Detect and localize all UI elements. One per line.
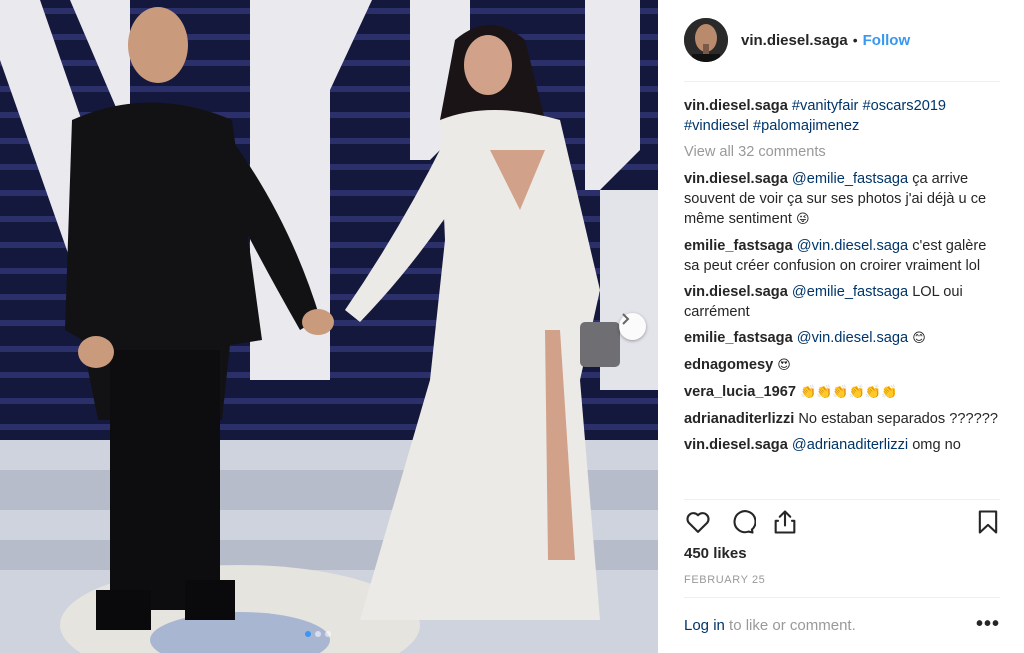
comment-username[interactable]: vin.diesel.saga xyxy=(684,437,788,453)
likes-count[interactable]: 450 likes xyxy=(684,545,747,562)
comment-username[interactable]: adrianaditerlizzi xyxy=(684,411,794,427)
share-icon[interactable] xyxy=(771,508,799,536)
comment-emoji: 😊 xyxy=(912,331,926,346)
header-separator: • xyxy=(852,32,858,48)
comment: vera_lucia_1967 👏👏👏👏👏👏 xyxy=(684,382,1000,403)
comment: adrianaditerlizzi No estaban separados ?… xyxy=(684,409,1000,429)
post-date: FEBRUARY 25 xyxy=(684,574,766,586)
comment-mention[interactable]: @emilie_fastsaga xyxy=(792,171,908,187)
carousel-dot-active xyxy=(305,631,311,637)
login-link[interactable]: Log in xyxy=(684,617,725,634)
carousel-dot xyxy=(325,631,331,637)
comment: vin.diesel.saga @emilie_fastsaga ça arri… xyxy=(684,169,1000,230)
comment-username[interactable]: ednagomesy xyxy=(684,357,773,373)
chevron-right-icon xyxy=(622,313,630,325)
hashtag[interactable]: #vanityfair xyxy=(792,98,859,114)
post-side-panel: vin.diesel.saga • Follow vin.diesel.saga… xyxy=(658,0,1024,653)
next-slide-button[interactable] xyxy=(619,313,646,340)
login-prompt: Log in to like or comment. ••• xyxy=(684,613,1000,635)
actions-divider xyxy=(684,499,1000,500)
comment-username[interactable]: emilie_fastsaga xyxy=(684,238,793,254)
comments-list: vin.diesel.saga #vanityfair #oscars2019 … xyxy=(684,96,1000,461)
avatar[interactable] xyxy=(684,18,728,62)
footer-divider xyxy=(684,597,1000,598)
header-username[interactable]: vin.diesel.saga xyxy=(741,32,848,49)
comment-username[interactable]: vin.diesel.saga xyxy=(684,171,788,187)
photo-illustration xyxy=(0,0,658,653)
comment: vin.diesel.saga @adrianaditerlizzi omg n… xyxy=(684,435,1000,455)
post-caption: vin.diesel.saga #vanityfair #oscars2019 … xyxy=(684,96,1000,136)
avatar-image xyxy=(684,18,728,62)
comment: emilie_fastsaga @vin.diesel.saga 😊 xyxy=(684,328,1000,349)
more-options-icon[interactable]: ••• xyxy=(976,613,1000,636)
comment-mention[interactable]: @adrianaditerlizzi xyxy=(792,437,908,453)
comment-emoji: 😜 xyxy=(795,212,810,227)
comment-username[interactable]: vin.diesel.saga xyxy=(684,98,788,114)
comment-emoji: 👏👏👏👏👏👏 xyxy=(800,385,898,400)
comment-emoji: 😍 xyxy=(777,358,791,373)
carousel-dots xyxy=(305,631,331,637)
hashtag[interactable]: #vindiesel xyxy=(684,118,749,134)
comment: emilie_fastsaga @vin.diesel.saga c'est g… xyxy=(684,236,1000,276)
header-divider xyxy=(684,81,1000,82)
hashtag[interactable]: #oscars2019 xyxy=(862,98,946,114)
comment-mention[interactable]: @vin.diesel.saga xyxy=(797,330,908,346)
login-prompt-text: to like or comment. xyxy=(729,617,856,634)
action-bar xyxy=(684,508,1002,538)
comment-username[interactable]: vera_lucia_1967 xyxy=(684,384,796,400)
hashtag[interactable]: #palomajimenez xyxy=(753,118,859,134)
comment-mention[interactable]: @emilie_fastsaga xyxy=(792,284,908,300)
comment-username[interactable]: vin.diesel.saga xyxy=(684,284,788,300)
bookmark-icon[interactable] xyxy=(974,508,1002,536)
comment-username[interactable]: emilie_fastsaga xyxy=(684,330,793,346)
comment-text: No estaban separados ?????? xyxy=(798,411,998,427)
heart-icon[interactable] xyxy=(684,508,712,536)
comment-mention[interactable]: @vin.diesel.saga xyxy=(797,238,908,254)
comment: ednagomesy 😍 xyxy=(684,355,1000,376)
post-header: vin.diesel.saga • Follow xyxy=(684,16,910,64)
comment-text: omg no xyxy=(912,437,961,453)
carousel-dot xyxy=(315,631,321,637)
follow-button[interactable]: Follow xyxy=(863,32,911,49)
post-photo[interactable] xyxy=(0,0,658,653)
comment-icon[interactable] xyxy=(728,508,757,536)
view-all-comments-link[interactable]: View all 32 comments xyxy=(684,142,1000,162)
comment: vin.diesel.saga @emilie_fastsaga LOL oui… xyxy=(684,282,1000,322)
